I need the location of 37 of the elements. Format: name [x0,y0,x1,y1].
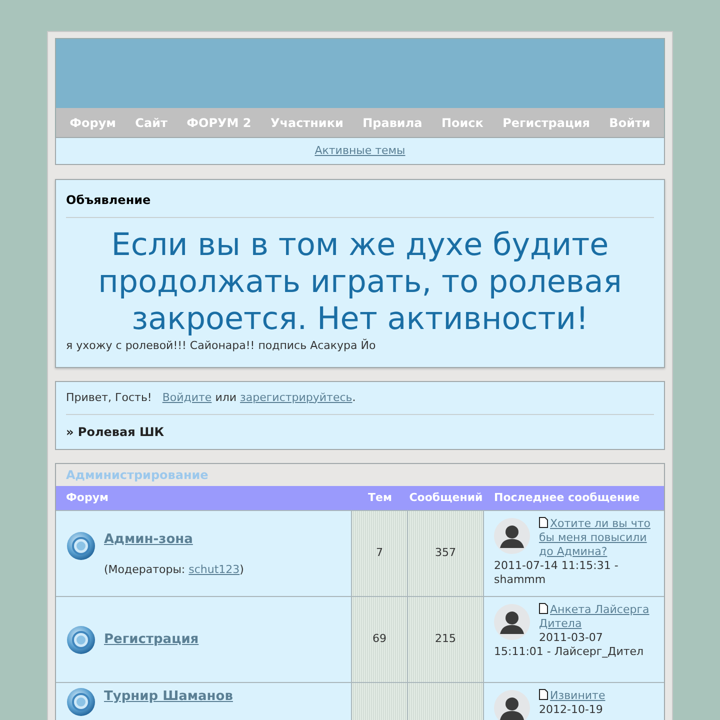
column-header: Сообщений [408,486,484,510]
avatar-silhouette-icon [494,604,530,640]
topics-count: 69 [352,596,408,682]
posts-count: 215 [408,596,484,682]
document-icon [539,517,548,528]
breadcrumb: » Ролевая ШК [66,424,166,441]
avatar-silhouette-icon [494,518,530,554]
register-link[interactable]: зарегистрируйтесь [240,390,352,404]
last-post-meta: 2012-10-19 [538,703,604,717]
forum-bullet-icon [66,531,96,561]
column-header: Форум [56,486,352,510]
login-link[interactable]: Войдите [162,390,212,404]
forum-title-link[interactable]: Турнир Шаманов [104,687,233,706]
forum-title-link[interactable]: Регистрация [104,630,199,650]
forum-bullet-icon [66,624,96,654]
avatar-silhouette-icon [494,690,530,720]
document-icon [539,603,548,614]
announcement-headline: Если вы в том же духе будите продолжать играть, то ролевая закроется. Нет активности! [97,227,623,338]
last-post-link[interactable]: Анкета Лайсерга Дитела [494,603,654,631]
last-post-meta: 2011-07-14 11:15:31 - shammm [494,559,620,587]
category-title: Администрирование [56,464,664,486]
active-topics-link[interactable]: Активные темы [314,142,406,160]
welcome-text: Привет, Гость! Войдите или зарегистрируйтесь. [66,390,654,415]
announcement-title: Объявление [66,191,654,218]
forum-title-link[interactable]: Админ-зона [104,530,244,550]
forum-bullet-icon [66,687,96,717]
moderators-text: (Модераторы: schut123) [104,562,244,578]
last-post-meta: 2011-03-07 15:11:01 - Лайсерг_Дител [494,631,645,659]
column-header: Последнее сообщение [484,486,664,510]
column-header: Тем [352,486,408,510]
topics-count: 7 [352,510,408,596]
posts-count: 357 [408,510,484,596]
moderator-link[interactable]: schut123 [188,562,240,576]
document-icon [539,689,548,700]
last-post-link[interactable]: Извините [494,689,654,703]
last-post-link[interactable]: Хотите ли вы что бы меня повысили до Админа? [494,517,654,559]
announcement-note: я ухожу с ролевой!!! Сайонара!! подпись Асакура Йо [66,338,377,354]
